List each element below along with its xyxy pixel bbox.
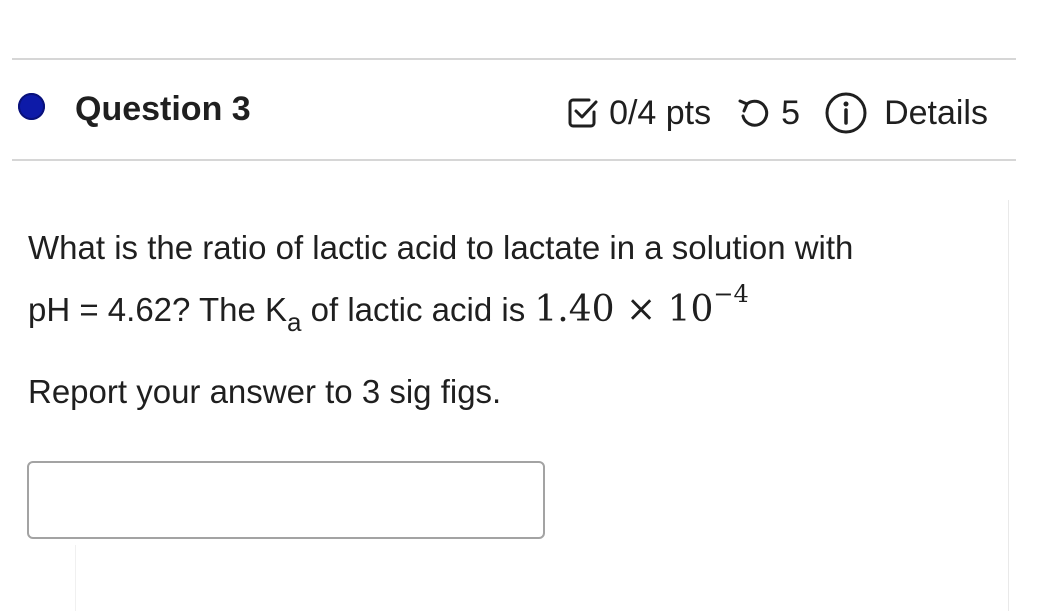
retry-arrow-icon bbox=[735, 95, 773, 131]
points-label: 0/4 pts bbox=[609, 93, 712, 132]
ka-exponent: −4 bbox=[713, 280, 749, 308]
attempts-count: 5 bbox=[781, 93, 801, 132]
question-meta: 0/4 pts 5 Details bbox=[565, 88, 988, 138]
ka-subscript: a bbox=[287, 307, 302, 337]
question-line-2-mid: of lactic acid is bbox=[301, 291, 535, 328]
content-right-border bbox=[1008, 200, 1009, 611]
question-title: Question 3 bbox=[75, 90, 251, 128]
details-button[interactable]: Details bbox=[824, 91, 988, 135]
ka-times: × bbox=[614, 289, 668, 330]
ka-base: 10 bbox=[667, 289, 714, 330]
top-divider bbox=[12, 58, 1016, 60]
checkbox-check-icon bbox=[565, 95, 601, 131]
question-line-1: What is the ratio of lactic acid to lact… bbox=[28, 229, 854, 266]
question-status-dot bbox=[18, 93, 45, 120]
details-label: Details bbox=[884, 93, 988, 132]
info-circle-icon bbox=[825, 92, 867, 134]
instruction-text: Report your answer to 3 sig figs. bbox=[28, 373, 502, 410]
ka-value: 1.40 × 10−4 bbox=[534, 280, 748, 330]
answer-input[interactable] bbox=[27, 461, 545, 539]
question-page: Question 3 0/4 pts 5 Details What is the… bbox=[0, 0, 1053, 611]
content-left-border bbox=[75, 545, 76, 611]
header-divider bbox=[12, 159, 1016, 161]
ka-mantissa: 1.40 bbox=[534, 289, 615, 330]
question-text: What is the ratio of lactic acid to lact… bbox=[28, 222, 1003, 338]
question-line-2-prefix: pH = 4.62? The K bbox=[28, 291, 287, 328]
